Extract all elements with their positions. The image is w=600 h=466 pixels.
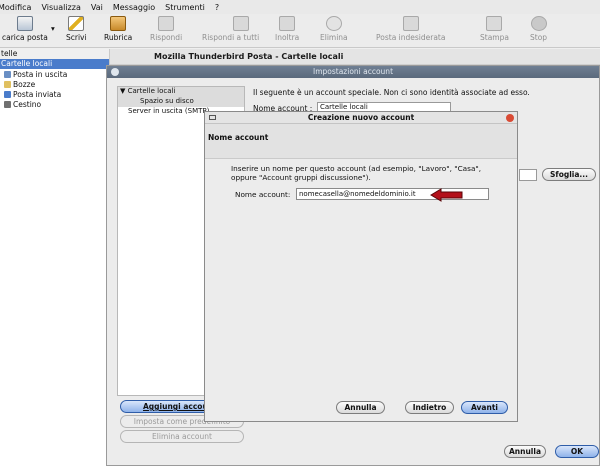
- account-ok-button[interactable]: OK: [555, 445, 599, 458]
- print-button[interactable]: Stampa: [480, 16, 509, 46]
- delete-icon: [325, 16, 342, 31]
- reply-icon: [158, 16, 175, 31]
- dialog-cancel-button[interactable]: Annulla: [336, 401, 385, 414]
- drafts-icon: [4, 80, 11, 88]
- main-header-title: Mozilla Thunderbird Posta - Cartelle loc…: [154, 52, 344, 61]
- folder-pane-header: telle: [0, 49, 109, 59]
- dialog-titlebar: Creazione nuovo account: [205, 112, 517, 124]
- menu-item-strumenti[interactable]: Strumenti: [165, 3, 205, 12]
- printer-icon: [486, 16, 503, 31]
- dialog-next-button[interactable]: Avanti: [461, 401, 508, 414]
- folder-drafts[interactable]: Bozze: [0, 79, 109, 89]
- account-settings-titlebar: Impostazioni account: [107, 66, 599, 78]
- dialog-header: Nome account: [205, 124, 517, 159]
- forward-button[interactable]: Inoltra: [275, 16, 299, 46]
- tree-item-disk-space[interactable]: Spazio su disco: [118, 97, 244, 107]
- dialog-name-label: Nome account:: [235, 190, 291, 199]
- thunderbird-logo-icon: [111, 68, 119, 76]
- tree-item-local-folders[interactable]: ▼ Cartelle locali: [118, 87, 244, 97]
- menu-item-vai[interactable]: Vai: [91, 3, 103, 12]
- browse-button[interactable]: Sfoglia...: [542, 168, 596, 181]
- write-button[interactable]: Scrivi: [66, 16, 87, 46]
- trash-icon: [4, 100, 11, 108]
- menu-item-messaggio[interactable]: Messaggio: [113, 3, 155, 12]
- dialog-instructions-line-2: oppure "Account gruppi discussione").: [231, 173, 371, 182]
- reply-button[interactable]: Rispondi: [150, 16, 182, 46]
- local-directory-field[interactable]: [519, 169, 537, 181]
- address-book-button[interactable]: Rubrica: [104, 16, 132, 46]
- stop-icon: [530, 16, 547, 31]
- address-book-icon: [110, 16, 127, 31]
- red-arrow-icon: [430, 188, 463, 202]
- folder-pane: telle Cartelle locali Posta in uscita Bo…: [0, 49, 110, 466]
- dialog-back-button[interactable]: Indietro: [405, 401, 454, 414]
- forward-icon: [279, 16, 296, 31]
- stop-button[interactable]: Stop: [530, 16, 547, 46]
- main-header: Mozilla Thunderbird Posta - Cartelle loc…: [110, 49, 600, 65]
- menu-item-visualizza[interactable]: Visualizza: [41, 3, 80, 12]
- pencil-icon: [68, 16, 85, 31]
- junk-button[interactable]: Posta indesiderata: [376, 16, 445, 46]
- dialog-title: Creazione nuovo account: [307, 113, 415, 122]
- sent-icon: [4, 90, 11, 98]
- dialog-instructions: Inserire un nome per questo account (ad …: [231, 164, 511, 182]
- account-info-text: Il seguente è un account speciale. Non c…: [253, 88, 530, 97]
- reply-all-button[interactable]: Rispondi a tutti: [202, 16, 259, 46]
- junk-icon: [402, 16, 419, 31]
- new-account-dialog: Creazione nuovo account Nome account Ins…: [204, 111, 518, 422]
- close-icon[interactable]: [506, 114, 514, 122]
- main-toolbar: carica posta ▾ Scrivi Rubrica Rispondi R…: [0, 14, 600, 48]
- menu-bar: Modifica Visualizza Vai Messaggio Strume…: [0, 0, 600, 14]
- remove-account-button[interactable]: Elimina account: [120, 430, 244, 443]
- folder-trash[interactable]: Cestino: [0, 99, 109, 109]
- account-settings-title: Impostazioni account: [312, 67, 394, 76]
- mail-download-icon: [16, 16, 33, 31]
- folder-sent[interactable]: Posta inviata: [0, 89, 109, 99]
- outbox-icon: [4, 70, 11, 78]
- account-cancel-button[interactable]: Annulla: [504, 445, 546, 458]
- menu-item-help[interactable]: ?: [215, 3, 219, 12]
- dialog-instructions-line-1: Inserire un nome per questo account (ad …: [231, 164, 482, 173]
- get-mail-button[interactable]: carica posta: [2, 16, 48, 46]
- window-menu-icon[interactable]: [209, 115, 216, 120]
- folder-outbox[interactable]: Posta in uscita: [0, 69, 109, 79]
- reply-all-icon: [232, 16, 249, 31]
- delete-button[interactable]: Elimina: [320, 16, 348, 46]
- folder-local-folders[interactable]: Cartelle locali: [0, 59, 109, 69]
- menu-item-modifica[interactable]: Modifica: [0, 3, 31, 12]
